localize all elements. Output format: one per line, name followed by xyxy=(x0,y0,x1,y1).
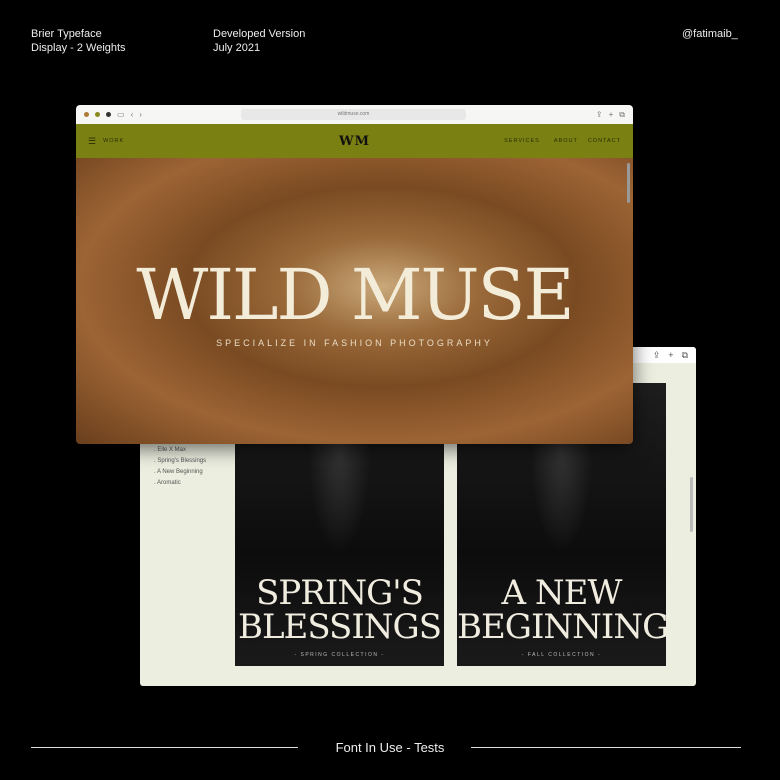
version-info: Developed Version July 2021 xyxy=(213,27,305,55)
forward-icon[interactable]: › xyxy=(139,110,142,119)
new-tab-icon[interactable]: + xyxy=(668,350,673,360)
share-icon[interactable]: ⇪ xyxy=(596,110,603,119)
browser-toolbar: ▭ ‹ › wildmuse.com ⇪ + ⧉ xyxy=(76,105,633,124)
side-item[interactable]: . A New Beginning xyxy=(154,467,206,478)
card-title: A NEW BEGINNING xyxy=(457,573,666,647)
share-icon[interactable]: ⇪ xyxy=(653,350,661,360)
zoom-dot[interactable] xyxy=(106,112,111,117)
nav-services[interactable]: SERVICES xyxy=(504,138,540,144)
footer-caption: Font In Use - Tests xyxy=(335,740,445,755)
side-menu: . Elle X Max . Spring's Blessings . A Ne… xyxy=(154,445,206,489)
side-item[interactable]: . Elle X Max xyxy=(154,445,206,456)
site-logo[interactable]: WM xyxy=(339,134,370,149)
typeface-weights: Display - 2 Weights xyxy=(31,42,126,54)
menu-icon[interactable]: ☰ xyxy=(88,136,97,147)
card-subtitle: - SPRING COLLECTION - xyxy=(294,652,385,658)
typeface-info: Brier Typeface Display - 2 Weights xyxy=(31,27,126,55)
side-item[interactable]: . Aromatic xyxy=(154,478,206,489)
address-bar[interactable]: wildmuse.com xyxy=(241,109,466,120)
side-item[interactable]: . Spring's Blessings xyxy=(154,456,206,467)
version-date: July 2021 xyxy=(213,42,261,54)
author-handle: @fatimaib_ xyxy=(682,28,738,40)
card-subtitle: - FALL COLLECTION - xyxy=(521,652,602,658)
nav-contact[interactable]: CONTACT xyxy=(588,138,621,144)
back-icon[interactable]: ‹ xyxy=(131,110,134,119)
hero-title: WILD MUSE xyxy=(136,254,574,336)
nav-work[interactable]: WORK xyxy=(103,138,124,144)
scrollbar[interactable] xyxy=(690,477,693,532)
hero-subtitle: SPECIALIZE IN FASHION PHOTOGRAPHY xyxy=(216,338,493,348)
front-browser-window: ▭ ‹ › wildmuse.com ⇪ + ⧉ ☰ WORK WM SERVICES A… xyxy=(76,105,633,444)
minimize-dot[interactable] xyxy=(95,112,100,117)
new-tab-icon[interactable]: + xyxy=(609,110,614,119)
close-dot[interactable] xyxy=(84,112,89,117)
scrollbar[interactable] xyxy=(627,163,630,203)
nav-about[interactable]: ABOUT xyxy=(554,138,578,144)
version-label: Developed Version xyxy=(213,28,306,40)
hero-image: WILD MUSE SPECIALIZE IN FASHION PHOTOGRA… xyxy=(76,158,633,444)
site-nav: ☰ WORK WM SERVICES ABOUT CONTACT xyxy=(76,124,633,158)
tabs-icon[interactable]: ⧉ xyxy=(682,350,688,360)
tabs-icon[interactable]: ⧉ xyxy=(619,110,625,120)
sidebar-icon[interactable]: ▭ xyxy=(117,110,125,119)
typeface-name: Brier Typeface xyxy=(31,28,102,40)
card-title: SPRING'S BLESSINGS xyxy=(237,573,442,647)
